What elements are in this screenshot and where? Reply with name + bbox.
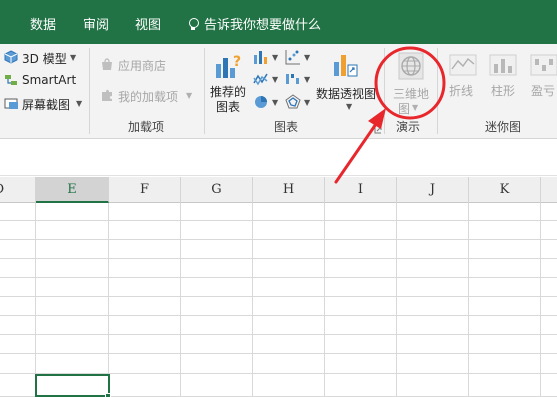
scatter-chart-icon[interactable] xyxy=(285,49,301,65)
column-header-k[interactable]: K xyxy=(469,177,541,203)
screenshot-button[interactable]: 屏幕截图 xyxy=(22,96,70,113)
group-separator xyxy=(437,48,438,134)
chevron-down-icon: ▼ xyxy=(70,53,77,62)
sparkline-line-icon xyxy=(449,54,477,76)
column-header-j[interactable]: J xyxy=(397,177,469,203)
column-header-f[interactable]: F xyxy=(109,177,181,203)
smartart-icon xyxy=(5,75,17,85)
line-chart-icon[interactable] xyxy=(253,71,269,87)
lightbulb-icon xyxy=(188,17,199,30)
active-cell[interactable] xyxy=(35,374,110,397)
model-3d-button[interactable]: 3D 模型 xyxy=(22,50,67,67)
store-icon xyxy=(102,58,112,70)
chevron-down-icon: ▼ xyxy=(304,53,311,62)
tell-me-text: 告诉我你想要做什么 xyxy=(204,18,322,33)
radar-chart-icon[interactable] xyxy=(285,94,301,110)
group-separator xyxy=(204,48,205,134)
tell-me-box[interactable]: 告诉我你想要做什么 xyxy=(188,14,321,33)
column-header-d[interactable]: D xyxy=(0,177,36,203)
chevron-down-icon: ▼ xyxy=(304,75,311,84)
sparkline-winloss-button[interactable]: 盈亏 xyxy=(531,82,555,99)
cube-3d-icon xyxy=(4,50,18,64)
dialog-launcher-icon[interactable] xyxy=(374,126,382,134)
column-header-row: D E F G H I J K xyxy=(0,177,557,203)
my-addins-button[interactable]: 我的加载项 xyxy=(118,88,178,105)
chevron-down-icon: ▼ xyxy=(412,103,419,112)
pie-chart-icon[interactable] xyxy=(253,94,269,110)
column-header-g[interactable]: G xyxy=(181,177,253,203)
column-header-h[interactable]: H xyxy=(253,177,325,203)
pivot-chart-button[interactable]: 数据透视图 xyxy=(316,85,376,102)
sparkline-winloss-icon xyxy=(530,54,557,76)
pivot-chart-icon xyxy=(334,55,358,77)
group-separator xyxy=(89,48,90,134)
excel-window: 数据 审阅 视图 告诉我你想要做什么 3D 模型 ▼ SmartArt 屏幕截图… xyxy=(0,0,557,397)
group-separator xyxy=(384,48,385,134)
ribbon-tab-bar: 数据 审阅 视图 告诉我你想要做什么 xyxy=(0,0,557,44)
column-header-l[interactable] xyxy=(541,177,557,203)
sparkline-column-button[interactable]: 柱形 xyxy=(491,82,515,99)
chevron-down-icon: ▼ xyxy=(186,91,193,100)
sparkline-line-button[interactable]: 折线 xyxy=(449,82,473,99)
addins-group-label: 加载项 xyxy=(128,120,165,134)
svg-text:?: ? xyxy=(233,54,241,70)
chevron-down-icon: ▼ xyxy=(272,98,279,107)
waterfall-chart-icon[interactable] xyxy=(285,71,301,87)
screenshot-icon xyxy=(4,98,18,109)
sparklines-group-label: 迷你图 xyxy=(485,120,522,134)
chevron-down-icon: ▼ xyxy=(346,102,353,111)
formula-bar[interactable] xyxy=(0,140,557,176)
chevron-down-icon: ▼ xyxy=(76,99,83,108)
tab-data[interactable]: 数据 xyxy=(30,14,56,33)
sparkline-column-icon xyxy=(489,54,517,76)
column-header-e[interactable]: E xyxy=(36,177,109,203)
recommended-charts-icon: ? xyxy=(216,54,241,78)
app-store-button[interactable]: 应用商店 xyxy=(118,57,166,74)
chevron-down-icon: ▼ xyxy=(272,75,279,84)
worksheet-grid[interactable] xyxy=(0,203,557,397)
smartart-button[interactable]: SmartArt xyxy=(22,73,76,87)
charts-group-label: 图表 xyxy=(274,120,299,134)
chevron-down-icon: ▼ xyxy=(272,53,279,62)
tab-view[interactable]: 视图 xyxy=(135,14,161,33)
map-3d-label-2[interactable]: 图 xyxy=(398,100,410,117)
globe-map-icon xyxy=(398,52,424,80)
addins-icon xyxy=(102,89,112,101)
tab-review[interactable]: 审阅 xyxy=(83,14,109,33)
recommended-charts-label-2[interactable]: 图表 xyxy=(216,98,240,115)
ribbon-panel: 3D 模型 ▼ SmartArt 屏幕截图 ▼ 应用商店 我的加载项 ▼ 加载项 xyxy=(0,44,557,139)
fill-handle[interactable] xyxy=(105,393,111,397)
tours-group-label: 演示 xyxy=(396,120,421,134)
column-header-i[interactable]: I xyxy=(325,177,397,203)
column-chart-icon[interactable] xyxy=(253,49,269,65)
chevron-down-icon: ▼ xyxy=(304,98,311,107)
